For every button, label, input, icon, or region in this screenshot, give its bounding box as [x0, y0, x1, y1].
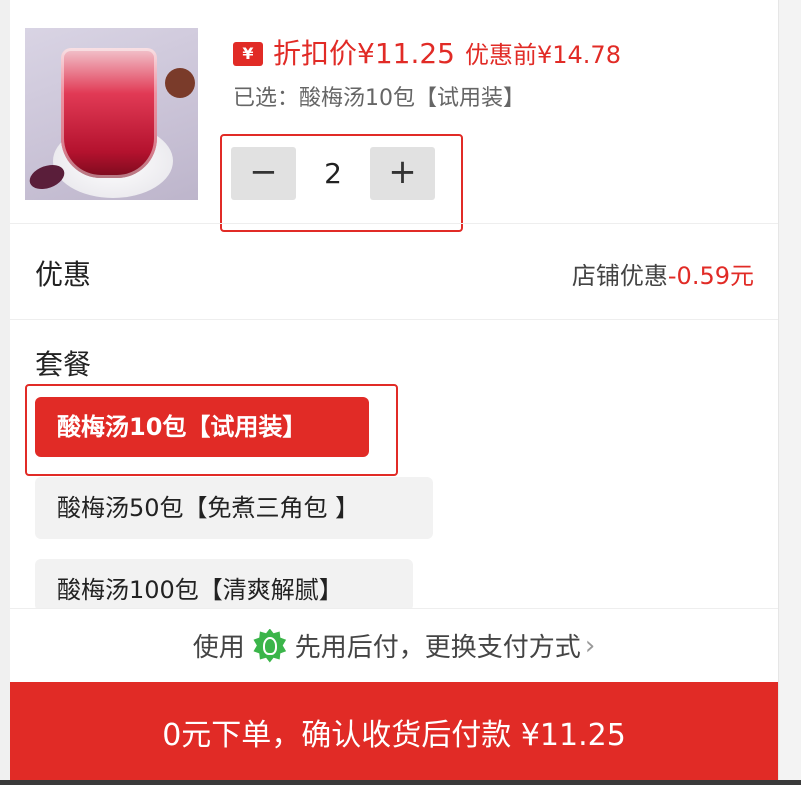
green-badge-icon: [253, 628, 287, 663]
payment-method-text: 先用后付，更换支付方式: [294, 633, 581, 663]
price-row: ¥ 折扣价 ¥11.25 优惠前¥14.78: [233, 32, 621, 70]
divider: [10, 223, 778, 224]
quantity-decrease-button[interactable]: −: [231, 147, 296, 200]
promotion-detail[interactable]: 店铺优惠-0.59元: [572, 256, 754, 291]
promotion-detail-label: 店铺优惠: [571, 262, 668, 290]
package-section-title: 套餐: [35, 348, 92, 381]
selected-variant-text: 已选：酸梅汤10包【试用装】: [233, 86, 525, 111]
right-gutter: [778, 0, 801, 785]
divider: [10, 319, 778, 320]
drink-cup-decoration: [61, 48, 157, 178]
payment-prefix: 使用: [192, 633, 245, 663]
chevron-right-icon: ›: [584, 630, 596, 661]
package-option-selected[interactable]: 酸梅汤10包【试用装】: [35, 397, 369, 457]
bottom-strip: [0, 780, 801, 785]
price-value: ¥11.25: [357, 37, 455, 70]
promotion-title: 优惠: [35, 258, 92, 291]
dried-fruit-decoration: [165, 68, 195, 98]
promotion-amount: -0.59元: [667, 262, 754, 290]
package-option[interactable]: 酸梅汤50包【免煮三角包 】: [35, 477, 433, 539]
quantity-value[interactable]: 2: [296, 147, 370, 200]
quantity-increase-button[interactable]: +: [370, 147, 435, 200]
product-thumbnail: [25, 28, 198, 200]
package-option[interactable]: 酸梅汤100包【清爽解腻】: [35, 559, 413, 611]
yen-icon: ¥: [233, 42, 263, 66]
payment-method-row[interactable]: 使用 先用后付，更换支付方式 ›: [10, 608, 778, 682]
price-label: 折扣价: [273, 37, 358, 70]
original-price: 优惠前¥14.78: [465, 41, 621, 69]
place-order-button[interactable]: 0元下单，确认收货后付款 ¥11.25: [10, 682, 778, 782]
